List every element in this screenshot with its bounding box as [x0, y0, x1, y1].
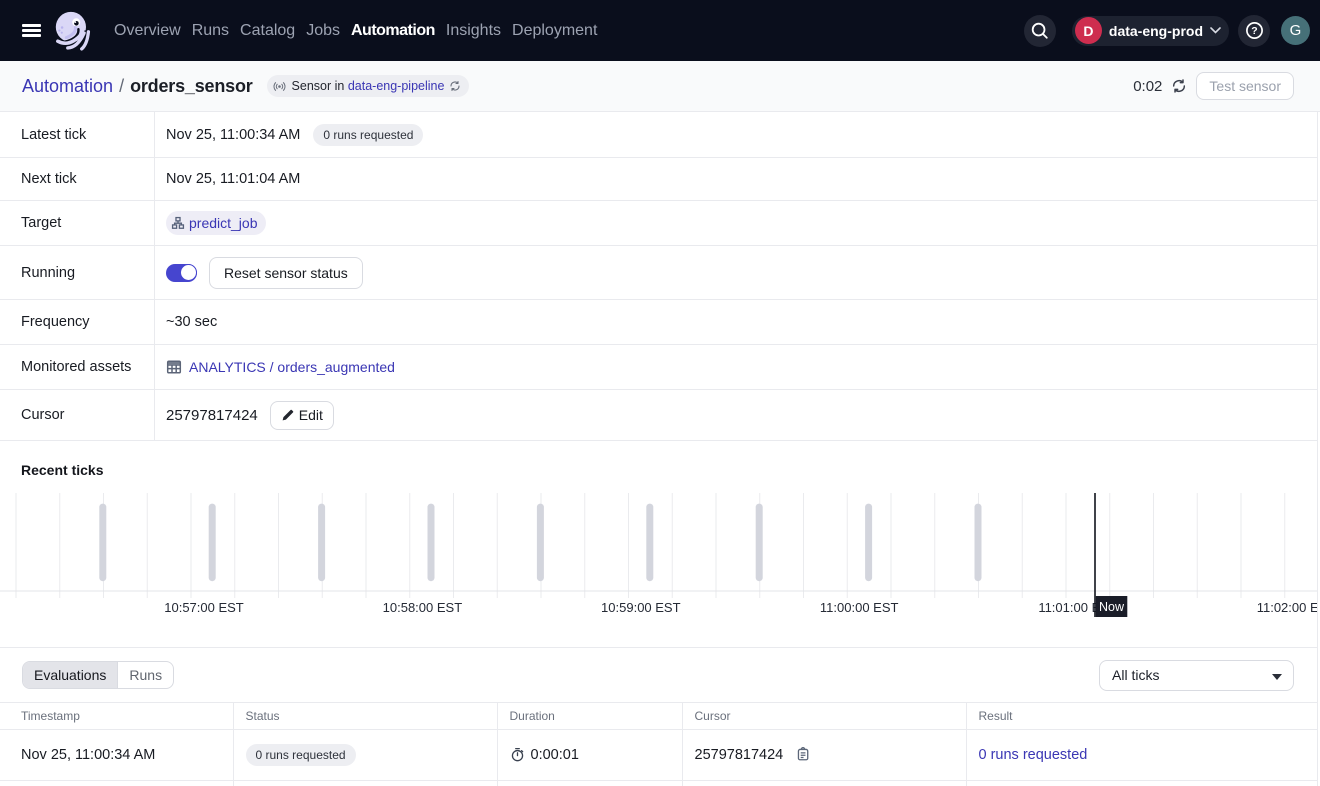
svg-text:11:00:00 EST: 11:00:00 EST: [820, 600, 899, 615]
svg-text:Now: Now: [1099, 600, 1125, 614]
svg-text:10:57:00 EST: 10:57:00 EST: [164, 600, 244, 615]
svg-text:10:59:00 EST: 10:59:00 EST: [601, 600, 681, 615]
svg-text:11:02:00 EST: 11:02:00 EST: [1257, 600, 1318, 615]
svg-text:?: ?: [1251, 25, 1257, 37]
svg-text:10:58:00 EST: 10:58:00 EST: [383, 600, 463, 615]
